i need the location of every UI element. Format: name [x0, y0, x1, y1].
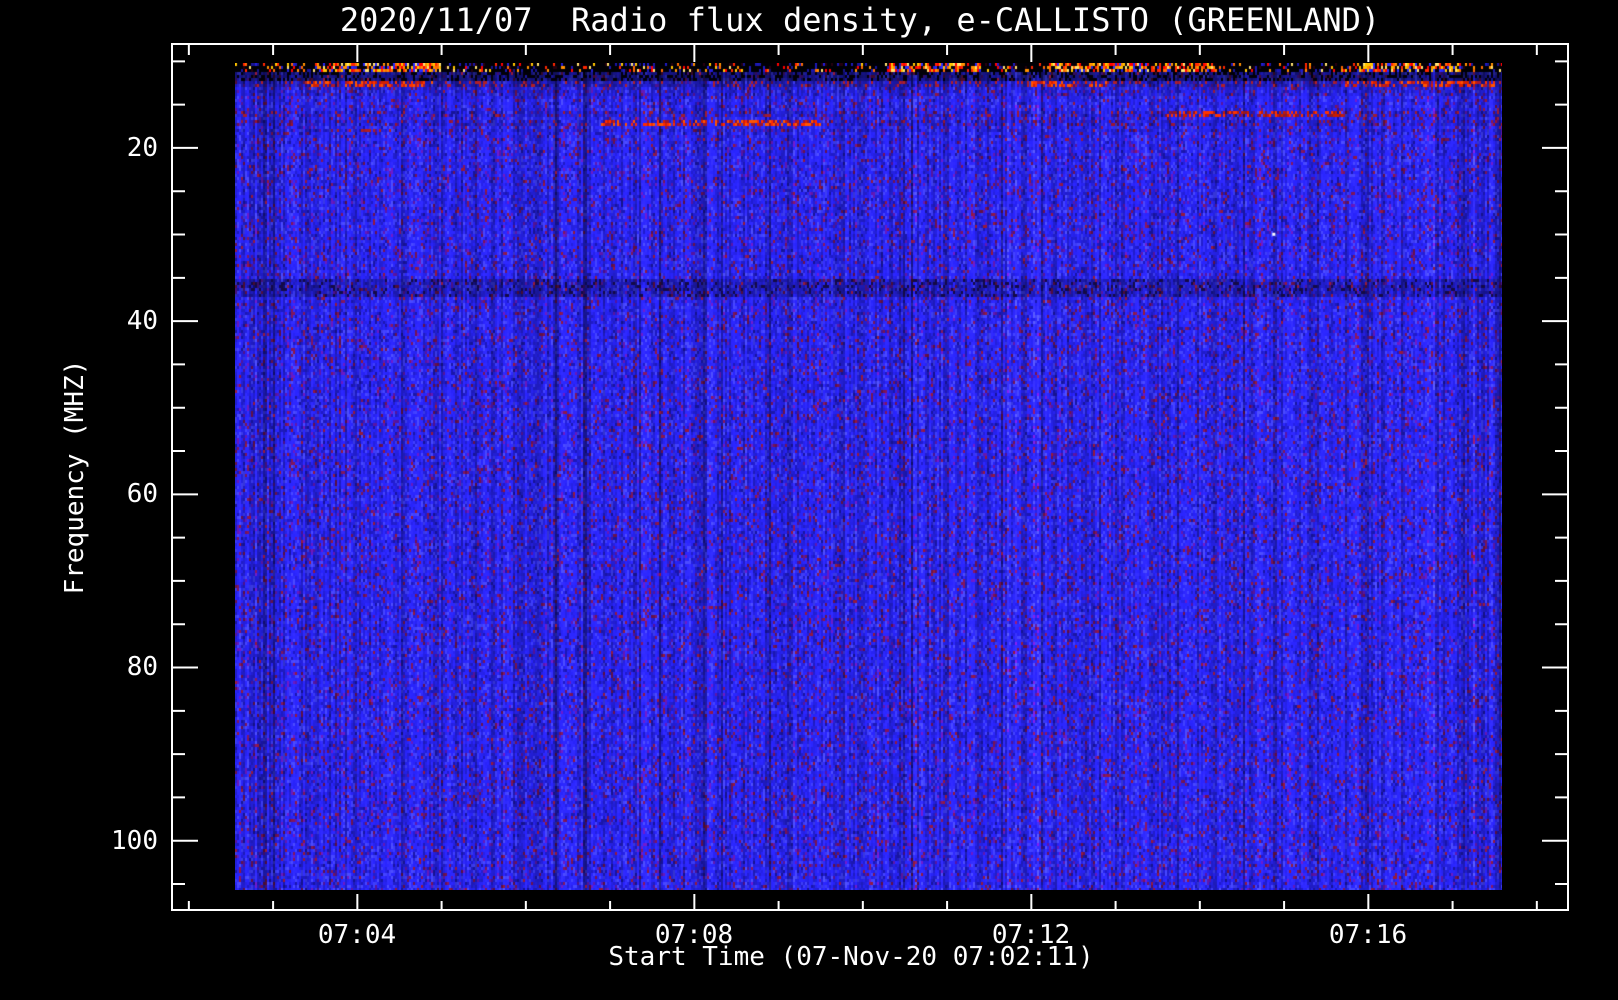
spectrogram-page: 2020/11/07 Radio flux density, e-CALLIST… — [0, 0, 1618, 1000]
x-tick-label-0704: 07:04 — [317, 920, 397, 950]
y-tick-label-20: 20 — [126, 133, 158, 163]
x-axis-title: Start Time (07-Nov-20 07:02:11) — [608, 942, 1094, 972]
x-tick-label-0716: 07:16 — [1328, 920, 1408, 950]
tick-marks — [171, 43, 1569, 911]
y-tick-label-80: 80 — [126, 652, 158, 682]
axes-frame — [171, 43, 1569, 911]
y-tick-label-40: 40 — [126, 306, 158, 336]
y-axis-title: Frequency (MHZ) — [60, 359, 90, 595]
y-tick-label-100: 100 — [111, 826, 158, 856]
